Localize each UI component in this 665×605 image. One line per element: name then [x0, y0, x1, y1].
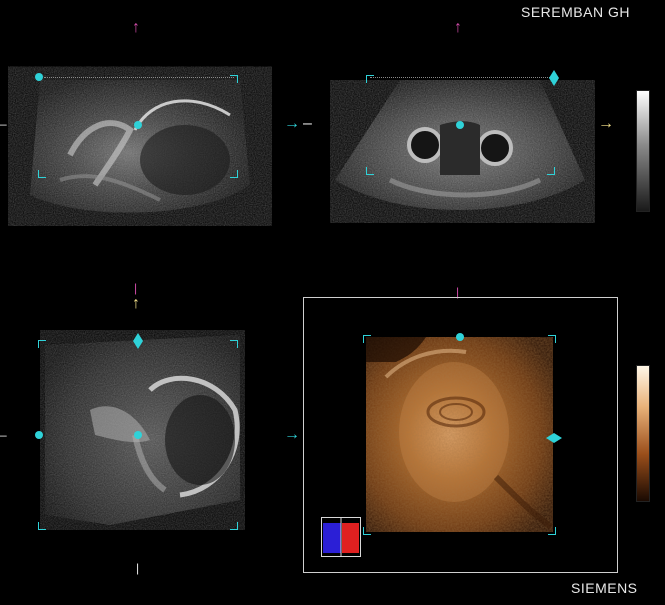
caliper-line — [44, 77, 234, 78]
roi-corner — [38, 340, 46, 348]
caliper-line — [370, 77, 550, 78]
vendor-label: SIEMENS — [571, 580, 638, 596]
left-tick: – — [0, 117, 7, 131]
roi-corner — [547, 167, 555, 175]
orientation-up-icon: ↑ — [454, 19, 462, 36]
marker-dot[interactable] — [456, 333, 464, 341]
marker-dot[interactable] — [35, 431, 43, 439]
side-dash: – — [303, 115, 312, 132]
roi-corner — [548, 335, 556, 343]
fetal-3d-render — [366, 337, 553, 532]
render-3d[interactable] — [366, 337, 553, 532]
roi-corner — [230, 340, 238, 348]
side-arrow-icon: → — [284, 115, 300, 132]
roi-corner — [363, 527, 371, 535]
roi-corner — [366, 167, 374, 175]
orientation-up-icon: ↑ — [132, 19, 140, 36]
orientation-tick: | — [134, 281, 138, 295]
diamond-marker-icon[interactable] — [549, 70, 559, 86]
ultrasound-plane-a — [30, 80, 250, 213]
side-arrow-icon: → — [598, 115, 614, 132]
diamond-marker-icon[interactable] — [546, 430, 562, 443]
marker-dot[interactable] — [134, 431, 142, 439]
marker-dot[interactable] — [35, 73, 43, 81]
quadrant-c-plane[interactable] — [40, 330, 245, 530]
orientation-cube-icon[interactable] — [321, 517, 361, 557]
orientation-up-icon: ↑ — [132, 295, 140, 312]
bottom-tick: | — [136, 561, 140, 575]
grayscale-bar — [636, 90, 650, 212]
render-color-bar — [636, 365, 650, 502]
roi-corner — [363, 335, 371, 343]
roi-corner — [230, 75, 238, 83]
marker-dot[interactable] — [134, 121, 142, 129]
ultrasound-plane-b — [335, 80, 585, 210]
roi-corner — [366, 75, 374, 83]
diamond-marker-icon[interactable] — [133, 333, 143, 349]
ultrasound-plane-c — [45, 335, 240, 525]
roi-corner — [230, 170, 238, 178]
quadrant-a-plane[interactable] — [0, 60, 300, 240]
marker-dot[interactable] — [456, 121, 464, 129]
left-tick: – — [0, 428, 7, 442]
quadrant-b-plane[interactable] — [330, 80, 595, 225]
side-arrow-icon: → — [284, 426, 300, 443]
roi-corner — [38, 170, 46, 178]
roi-corner — [548, 527, 556, 535]
site-label: SEREMBAN GH — [521, 4, 630, 20]
roi-corner — [38, 522, 46, 530]
roi-corner — [230, 522, 238, 530]
